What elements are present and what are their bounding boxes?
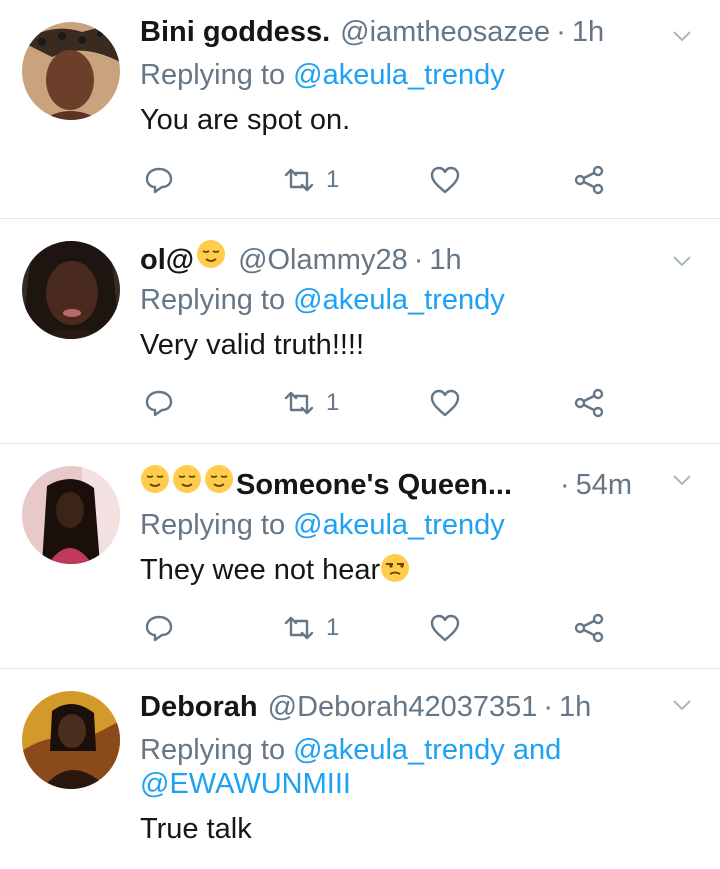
relieved-face-emoji (141, 465, 169, 493)
share-icon (574, 165, 604, 195)
reply-icon (145, 390, 173, 417)
replying-to: Replying to @akeula_trendy and @EWAWUNMII… (140, 733, 720, 801)
tweet-text-content: They wee not hear (140, 554, 381, 586)
heart-icon (430, 614, 460, 642)
like-button[interactable] (428, 608, 462, 648)
reply-button[interactable] (142, 608, 176, 648)
relieved-face-emoji (205, 465, 233, 493)
retweet-button[interactable]: 1 (282, 383, 339, 423)
mention-link[interactable]: @akeula_trendy (293, 59, 505, 91)
timestamp[interactable]: 54m (576, 467, 632, 503)
tweet-item[interactable]: ol@ @Olammy28 · 1h Replying to @akeula_t… (0, 219, 720, 444)
retweet-button[interactable]: 1 (282, 160, 339, 200)
mention-conjunction: and (504, 734, 562, 766)
reply-button[interactable] (142, 160, 176, 200)
display-name[interactable]: Someone's Queen... (236, 467, 536, 503)
tweet-actions: 1 (140, 160, 720, 200)
avatar[interactable] (22, 466, 120, 564)
replying-to: Replying to @akeula_trendy (140, 58, 720, 92)
display-name[interactable]: Deborah (140, 689, 258, 725)
share-icon (574, 388, 604, 418)
replying-prefix: Replying to (140, 59, 294, 91)
tweet-item[interactable]: Bini goddess. @iamtheosazee · 1h Replyin… (0, 0, 720, 219)
avatar[interactable] (22, 22, 120, 120)
share-icon (574, 613, 604, 643)
tweet-text: Very valid truth!!!! (140, 329, 365, 361)
separator-dot: · (543, 691, 554, 723)
reply-icon (145, 615, 173, 642)
replying-prefix: Replying to (140, 509, 294, 541)
share-button[interactable] (572, 160, 606, 200)
display-name[interactable]: Bini goddess. (140, 14, 330, 50)
mention-link[interactable]: @akeula_trendy (293, 734, 505, 766)
mention-link[interactable]: @akeula_trendy (293, 509, 505, 541)
chevron-down-icon[interactable] (670, 693, 694, 717)
chevron-down-icon[interactable] (670, 468, 694, 492)
tweet-text: True talk (140, 813, 252, 845)
avatar[interactable] (22, 241, 120, 339)
tweet-actions: 1 (140, 383, 720, 423)
user-handle[interactable]: @Deborah42037351 (268, 689, 538, 725)
chevron-down-icon[interactable] (670, 249, 694, 273)
avatar[interactable] (22, 691, 120, 789)
timestamp[interactable]: 1h (559, 689, 591, 725)
separator-dot: · (560, 469, 570, 501)
separator-dot: · (413, 244, 424, 276)
relieved-face-emoji (197, 240, 226, 268)
tweet-item[interactable]: Deborah @Deborah42037351 · 1h Replying t… (0, 669, 720, 869)
mention-link[interactable]: @EWAWUNMIII (140, 768, 351, 800)
share-button[interactable] (572, 608, 606, 648)
timestamp[interactable]: 1h (429, 242, 461, 278)
heart-icon (430, 389, 460, 417)
mention-link[interactable]: @akeula_trendy (293, 284, 505, 316)
retweet-icon (284, 391, 314, 415)
replying-to: Replying to @akeula_trendy (140, 508, 720, 542)
retweet-count: 1 (326, 166, 340, 193)
retweet-button[interactable]: 1 (282, 608, 339, 648)
reply-icon (145, 167, 173, 194)
share-button[interactable] (572, 383, 606, 423)
replying-prefix: Replying to (140, 284, 294, 316)
retweet-count: 1 (326, 614, 340, 641)
tweet-text: You are spot on. (140, 104, 351, 136)
unamused-face-emoji (381, 554, 410, 582)
chevron-down-icon[interactable] (670, 24, 694, 48)
retweet-icon (284, 616, 314, 640)
retweet-icon (284, 168, 314, 192)
separator-dot: · (556, 16, 566, 48)
like-button[interactable] (428, 160, 462, 200)
heart-icon (430, 166, 460, 194)
reply-button[interactable] (142, 383, 176, 423)
tweet-feed: Bini goddess. @iamtheosazee · 1h Replyin… (0, 0, 720, 869)
tweet-text: They wee not hear (140, 552, 720, 588)
replying-to: Replying to @akeula_trendy (140, 283, 720, 317)
timestamp[interactable]: 1h (572, 14, 604, 50)
retweet-count: 1 (326, 389, 340, 416)
display-name[interactable]: ol@ (140, 242, 194, 278)
relieved-face-emoji (173, 465, 201, 493)
user-handle[interactable]: @Olammy28 (238, 242, 408, 278)
tweet-item[interactable]: Someone's Queen... · 54m Replying to @ak… (0, 444, 720, 669)
replying-prefix: Replying to (140, 734, 294, 766)
tweet-actions: 1 (140, 608, 720, 648)
user-handle[interactable]: @iamtheosazee (340, 14, 550, 50)
like-button[interactable] (428, 383, 462, 423)
